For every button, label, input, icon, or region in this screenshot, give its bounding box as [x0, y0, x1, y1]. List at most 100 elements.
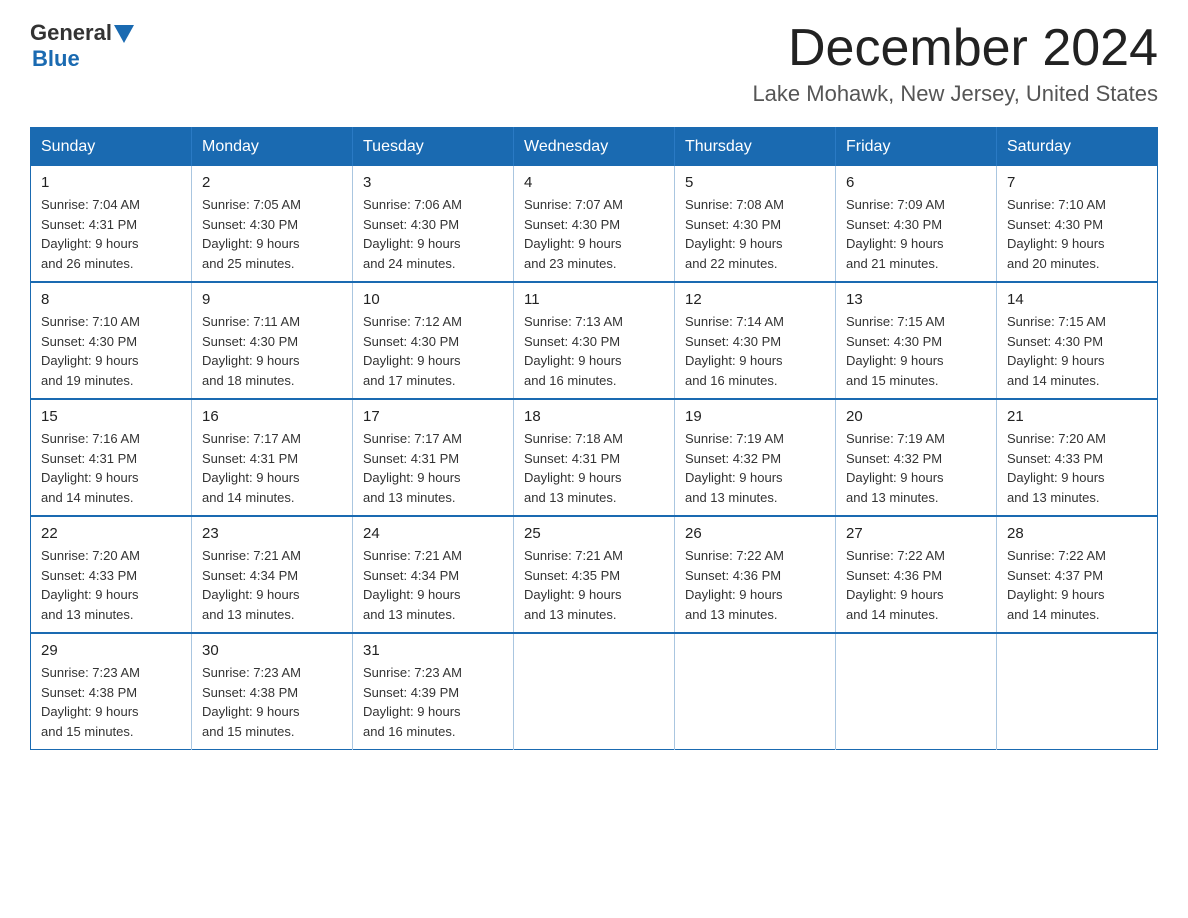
- day-info: Sunrise: 7:17 AMSunset: 4:31 PMDaylight:…: [363, 429, 503, 507]
- calendar-cell: 6 Sunrise: 7:09 AMSunset: 4:30 PMDaylight…: [836, 166, 997, 282]
- day-info: Sunrise: 7:08 AMSunset: 4:30 PMDaylight:…: [685, 195, 825, 273]
- day-number: 22: [41, 525, 181, 542]
- location-title: Lake Mohawk, New Jersey, United States: [752, 81, 1158, 107]
- day-number: 9: [202, 291, 342, 308]
- day-info: Sunrise: 7:20 AMSunset: 4:33 PMDaylight:…: [41, 546, 181, 624]
- day-number: 2: [202, 174, 342, 191]
- header-day-friday: Friday: [836, 128, 997, 167]
- day-info: Sunrise: 7:05 AMSunset: 4:30 PMDaylight:…: [202, 195, 342, 273]
- day-number: 30: [202, 642, 342, 659]
- day-number: 16: [202, 408, 342, 425]
- logo-general-text: General: [30, 20, 112, 46]
- calendar-cell: 31 Sunrise: 7:23 AMSunset: 4:39 PMDayligh…: [353, 633, 514, 750]
- day-info: Sunrise: 7:23 AMSunset: 4:38 PMDaylight:…: [41, 663, 181, 741]
- day-number: 19: [685, 408, 825, 425]
- day-number: 6: [846, 174, 986, 191]
- day-number: 26: [685, 525, 825, 542]
- day-info: Sunrise: 7:10 AMSunset: 4:30 PMDaylight:…: [41, 312, 181, 390]
- day-number: 23: [202, 525, 342, 542]
- calendar-cell: 1Sunrise: 7:04 AMSunset: 4:31 PMDaylight…: [31, 166, 192, 282]
- month-title: December 2024: [752, 20, 1158, 77]
- day-info: Sunrise: 7:22 AMSunset: 4:37 PMDaylight:…: [1007, 546, 1147, 624]
- day-info: Sunrise: 7:23 AMSunset: 4:38 PMDaylight:…: [202, 663, 342, 741]
- calendar-cell: [675, 633, 836, 750]
- day-info: Sunrise: 7:19 AMSunset: 4:32 PMDaylight:…: [685, 429, 825, 507]
- day-info: Sunrise: 7:06 AMSunset: 4:30 PMDaylight:…: [363, 195, 503, 273]
- day-info: Sunrise: 7:13 AMSunset: 4:30 PMDaylight:…: [524, 312, 664, 390]
- calendar-cell: 29 Sunrise: 7:23 AMSunset: 4:38 PMDayligh…: [31, 633, 192, 750]
- day-info: Sunrise: 7:21 AMSunset: 4:34 PMDaylight:…: [363, 546, 503, 624]
- calendar-cell: 11 Sunrise: 7:13 AMSunset: 4:30 PMDayligh…: [514, 282, 675, 399]
- day-number: 24: [363, 525, 503, 542]
- day-info: Sunrise: 7:09 AMSunset: 4:30 PMDaylight:…: [846, 195, 986, 273]
- calendar-cell: [997, 633, 1158, 750]
- calendar-cell: [836, 633, 997, 750]
- day-info: Sunrise: 7:23 AMSunset: 4:39 PMDaylight:…: [363, 663, 503, 741]
- day-number: 31: [363, 642, 503, 659]
- calendar-table: SundayMondayTuesdayWednesdayThursdayFrid…: [30, 127, 1158, 750]
- calendar-cell: 9Sunrise: 7:11 AMSunset: 4:30 PMDaylight…: [192, 282, 353, 399]
- header-day-saturday: Saturday: [997, 128, 1158, 167]
- day-number: 13: [846, 291, 986, 308]
- day-info: Sunrise: 7:18 AMSunset: 4:31 PMDaylight:…: [524, 429, 664, 507]
- logo: General Blue: [30, 20, 134, 72]
- day-info: Sunrise: 7:14 AMSunset: 4:30 PMDaylight:…: [685, 312, 825, 390]
- day-number: 28: [1007, 525, 1147, 542]
- day-info: Sunrise: 7:22 AMSunset: 4:36 PMDaylight:…: [846, 546, 986, 624]
- logo-blue-text: Blue: [32, 46, 80, 72]
- header-day-wednesday: Wednesday: [514, 128, 675, 167]
- calendar-header-row: SundayMondayTuesdayWednesdayThursdayFrid…: [31, 128, 1158, 167]
- calendar-cell: 4 Sunrise: 7:07 AMSunset: 4:30 PMDaylight…: [514, 166, 675, 282]
- day-number: 14: [1007, 291, 1147, 308]
- day-number: 3: [363, 174, 503, 191]
- day-number: 20: [846, 408, 986, 425]
- day-number: 21: [1007, 408, 1147, 425]
- title-area: December 2024 Lake Mohawk, New Jersey, U…: [752, 20, 1158, 107]
- calendar-cell: 15Sunrise: 7:16 AMSunset: 4:31 PMDayligh…: [31, 399, 192, 516]
- day-number: 18: [524, 408, 664, 425]
- calendar-cell: 21 Sunrise: 7:20 AMSunset: 4:33 PMDayligh…: [997, 399, 1158, 516]
- calendar-week-row: 15Sunrise: 7:16 AMSunset: 4:31 PMDayligh…: [31, 399, 1158, 516]
- day-number: 11: [524, 291, 664, 308]
- calendar-cell: 10 Sunrise: 7:12 AMSunset: 4:30 PMDayligh…: [353, 282, 514, 399]
- day-info: Sunrise: 7:10 AMSunset: 4:30 PMDaylight:…: [1007, 195, 1147, 273]
- logo-blue-section: [112, 23, 134, 43]
- day-number: 29: [41, 642, 181, 659]
- calendar-cell: 22 Sunrise: 7:20 AMSunset: 4:33 PMDayligh…: [31, 516, 192, 633]
- calendar-cell: 26Sunrise: 7:22 AMSunset: 4:36 PMDayligh…: [675, 516, 836, 633]
- calendar-week-row: 8 Sunrise: 7:10 AMSunset: 4:30 PMDaylight…: [31, 282, 1158, 399]
- day-number: 8: [41, 291, 181, 308]
- day-number: 10: [363, 291, 503, 308]
- day-info: Sunrise: 7:17 AMSunset: 4:31 PMDaylight:…: [202, 429, 342, 507]
- calendar-cell: 18 Sunrise: 7:18 AMSunset: 4:31 PMDayligh…: [514, 399, 675, 516]
- logo-triangle-icon: [114, 25, 134, 43]
- calendar-cell: 24 Sunrise: 7:21 AMSunset: 4:34 PMDayligh…: [353, 516, 514, 633]
- header-day-sunday: Sunday: [31, 128, 192, 167]
- day-info: Sunrise: 7:07 AMSunset: 4:30 PMDaylight:…: [524, 195, 664, 273]
- day-number: 1: [41, 174, 181, 191]
- day-number: 17: [363, 408, 503, 425]
- calendar-cell: 7 Sunrise: 7:10 AMSunset: 4:30 PMDaylight…: [997, 166, 1158, 282]
- day-info: Sunrise: 7:12 AMSunset: 4:30 PMDaylight:…: [363, 312, 503, 390]
- calendar-week-row: 1Sunrise: 7:04 AMSunset: 4:31 PMDaylight…: [31, 166, 1158, 282]
- calendar-cell: 17 Sunrise: 7:17 AMSunset: 4:31 PMDayligh…: [353, 399, 514, 516]
- calendar-cell: 30 Sunrise: 7:23 AMSunset: 4:38 PMDayligh…: [192, 633, 353, 750]
- day-number: 4: [524, 174, 664, 191]
- calendar-cell: 2 Sunrise: 7:05 AMSunset: 4:30 PMDaylight…: [192, 166, 353, 282]
- calendar-cell: 5Sunrise: 7:08 AMSunset: 4:30 PMDaylight…: [675, 166, 836, 282]
- calendar-cell: 23Sunrise: 7:21 AMSunset: 4:34 PMDayligh…: [192, 516, 353, 633]
- calendar-cell: 20Sunrise: 7:19 AMSunset: 4:32 PMDayligh…: [836, 399, 997, 516]
- calendar-cell: 25Sunrise: 7:21 AMSunset: 4:35 PMDayligh…: [514, 516, 675, 633]
- day-info: Sunrise: 7:20 AMSunset: 4:33 PMDaylight:…: [1007, 429, 1147, 507]
- calendar-cell: 28 Sunrise: 7:22 AMSunset: 4:37 PMDayligh…: [997, 516, 1158, 633]
- day-info: Sunrise: 7:21 AMSunset: 4:35 PMDaylight:…: [524, 546, 664, 624]
- calendar-cell: 27Sunrise: 7:22 AMSunset: 4:36 PMDayligh…: [836, 516, 997, 633]
- day-number: 7: [1007, 174, 1147, 191]
- day-number: 12: [685, 291, 825, 308]
- calendar-cell: 13 Sunrise: 7:15 AMSunset: 4:30 PMDayligh…: [836, 282, 997, 399]
- calendar-cell: [514, 633, 675, 750]
- day-info: Sunrise: 7:15 AMSunset: 4:30 PMDaylight:…: [846, 312, 986, 390]
- header-day-tuesday: Tuesday: [353, 128, 514, 167]
- day-info: Sunrise: 7:15 AMSunset: 4:30 PMDaylight:…: [1007, 312, 1147, 390]
- header-day-thursday: Thursday: [675, 128, 836, 167]
